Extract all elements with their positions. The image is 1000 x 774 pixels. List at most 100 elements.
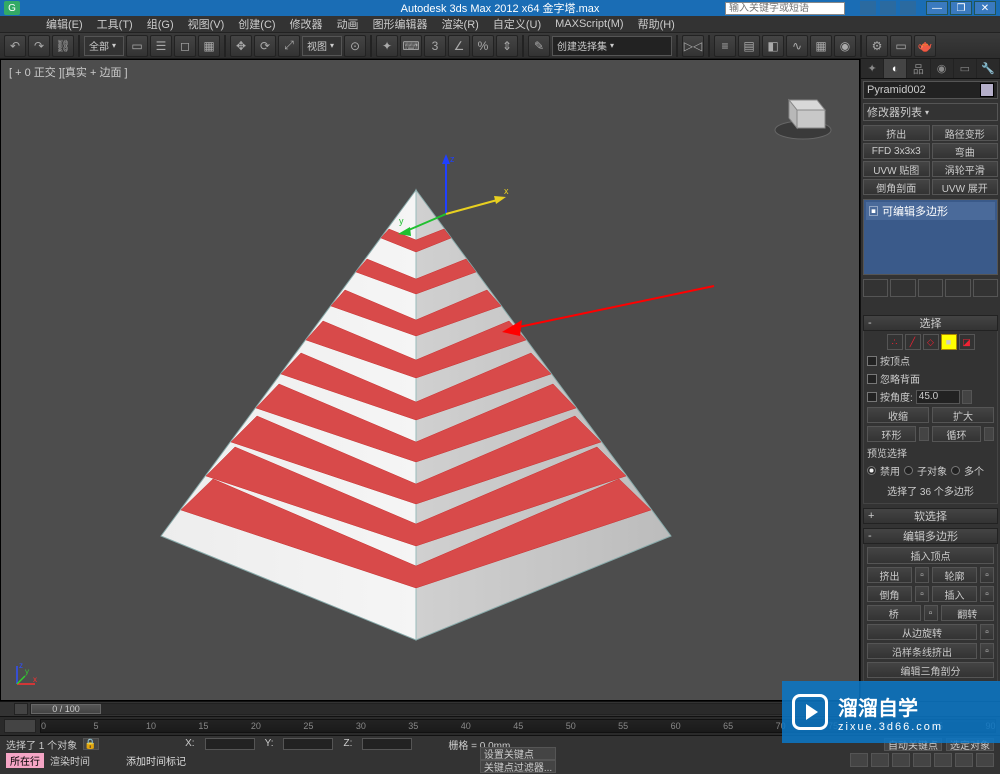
- polygon-level-icon[interactable]: ■: [941, 334, 957, 350]
- extrude-spline-button[interactable]: 沿样条线挤出: [867, 643, 977, 659]
- ref-coord-dropdown[interactable]: 视图: [302, 36, 342, 56]
- playback-prev-button[interactable]: [850, 753, 868, 767]
- rollout-soft-selection-header[interactable]: 软选择: [863, 508, 998, 524]
- mirror-button[interactable]: ▷◁: [682, 35, 704, 57]
- grow-button[interactable]: 扩大: [932, 407, 994, 423]
- by-angle-checkbox[interactable]: 按角度: 45.0: [867, 389, 994, 404]
- angle-spinner[interactable]: [962, 390, 972, 404]
- modify-tab[interactable]: ◐: [884, 59, 907, 78]
- ring-spinner[interactable]: [919, 427, 929, 441]
- help-icon[interactable]: [900, 1, 916, 15]
- time-slider-track[interactable]: 0 / 100: [30, 703, 874, 715]
- angle-snap-button[interactable]: ∠: [448, 35, 470, 57]
- object-name-field[interactable]: Pyramid002: [863, 81, 998, 99]
- keyboard-shortcut-button[interactable]: ⌨: [400, 35, 422, 57]
- loop-button[interactable]: 循环: [932, 426, 981, 442]
- preview-multi-radio[interactable]: [951, 466, 960, 475]
- time-slider-thumb[interactable]: 0 / 100: [31, 704, 101, 714]
- select-object-button[interactable]: ▭: [126, 35, 148, 57]
- mod-btn-pathdeform[interactable]: 路径变形: [932, 125, 999, 141]
- bridge-button[interactable]: 桥: [867, 605, 921, 621]
- border-level-icon[interactable]: ◇: [923, 334, 939, 350]
- menu-help[interactable]: 帮助(H): [632, 16, 681, 32]
- outline-settings[interactable]: ▫: [980, 567, 994, 583]
- graphite-button[interactable]: ◧: [762, 35, 784, 57]
- named-selection-dropdown[interactable]: 创建选择集: [552, 36, 672, 56]
- render-frame-button[interactable]: ▭: [890, 35, 912, 57]
- menu-group[interactable]: 组(G): [141, 16, 180, 32]
- playback-play-button[interactable]: [871, 753, 889, 767]
- percent-snap-button[interactable]: %: [472, 35, 494, 57]
- link-button[interactable]: ⛓: [52, 35, 74, 57]
- create-tab[interactable]: ✦: [861, 59, 884, 78]
- pin-stack-button[interactable]: [863, 279, 888, 297]
- window-restore[interactable]: ❐: [950, 1, 972, 15]
- angle-value-field[interactable]: 45.0: [916, 390, 960, 404]
- mod-btn-bend[interactable]: 弯曲: [932, 143, 999, 159]
- element-level-icon[interactable]: ◪: [959, 334, 975, 350]
- show-end-result-button[interactable]: [890, 279, 915, 297]
- menu-modifiers[interactable]: 修改器: [284, 16, 329, 32]
- mod-btn-bevelprofile[interactable]: 倒角剖面: [863, 179, 930, 195]
- inset-button[interactable]: 插入: [932, 586, 977, 602]
- motion-tab[interactable]: ◉: [931, 59, 954, 78]
- render-setup-button[interactable]: ⚙: [866, 35, 888, 57]
- hinge-button[interactable]: 从边旋转: [867, 624, 977, 640]
- preview-off-radio[interactable]: [867, 466, 876, 475]
- coord-x-field[interactable]: [205, 738, 255, 750]
- move-button[interactable]: ✥: [230, 35, 252, 57]
- nav-orbit-button[interactable]: [955, 753, 973, 767]
- rollout-edit-polygons-header[interactable]: 编辑多边形: [863, 528, 998, 544]
- menu-customize[interactable]: 自定义(U): [487, 16, 547, 32]
- coord-z-field[interactable]: [362, 738, 412, 750]
- bevel-settings[interactable]: ▫: [915, 586, 929, 602]
- mini-curve-editor-button[interactable]: [4, 719, 36, 733]
- mod-btn-turbosmooth[interactable]: 涡轮平滑: [932, 161, 999, 177]
- by-vertex-checkbox[interactable]: 按顶点: [867, 353, 994, 368]
- configure-sets-button[interactable]: [973, 279, 998, 297]
- menu-edit[interactable]: 编辑(E): [40, 16, 89, 32]
- bevel-button[interactable]: 倒角: [867, 586, 912, 602]
- inset-settings[interactable]: ▫: [980, 586, 994, 602]
- extrude-spline-settings[interactable]: ▫: [980, 643, 994, 659]
- object-color-swatch[interactable]: [980, 83, 994, 97]
- window-minimize[interactable]: —: [926, 1, 948, 15]
- menu-animation[interactable]: 动画: [331, 16, 365, 32]
- outline-button[interactable]: 轮廓: [932, 567, 977, 583]
- add-time-tag-hint[interactable]: 添加时间标记: [126, 753, 186, 768]
- bridge-settings[interactable]: ▫: [924, 605, 938, 621]
- menu-views[interactable]: 视图(V): [182, 16, 231, 32]
- menu-tools[interactable]: 工具(T): [91, 16, 139, 32]
- snap-toggle-button[interactable]: 3: [424, 35, 446, 57]
- insert-vertex-button[interactable]: 插入顶点: [867, 547, 994, 564]
- menu-create[interactable]: 创建(C): [232, 16, 281, 32]
- mod-btn-extrude[interactable]: 挤出: [863, 125, 930, 141]
- mod-btn-unwrap[interactable]: UVW 展开: [932, 179, 999, 195]
- select-name-button[interactable]: ☰: [150, 35, 172, 57]
- rollout-selection-header[interactable]: 选择: [863, 315, 998, 331]
- lock-icon[interactable]: 🔒: [83, 738, 99, 750]
- spinner-snap-button[interactable]: ⇕: [496, 35, 518, 57]
- star-icon[interactable]: [880, 1, 896, 15]
- layers-button[interactable]: ▤: [738, 35, 760, 57]
- selection-filter-dropdown[interactable]: 全部: [84, 36, 124, 56]
- flip-button[interactable]: 翻转: [941, 605, 995, 621]
- loop-spinner[interactable]: [984, 427, 994, 441]
- nav-max-button[interactable]: [976, 753, 994, 767]
- window-close[interactable]: ✕: [974, 1, 996, 15]
- rotate-button[interactable]: ⟳: [254, 35, 276, 57]
- shrink-button[interactable]: 收缩: [867, 407, 929, 423]
- stack-item-editable-poly[interactable]: ▣ 可编辑多边形: [866, 202, 995, 220]
- window-crossing-button[interactable]: ▦: [198, 35, 220, 57]
- extrude-settings[interactable]: ▫: [915, 567, 929, 583]
- extrude-button[interactable]: 挤出: [867, 567, 912, 583]
- pyramid-object[interactable]: [1, 60, 861, 700]
- ignore-backfacing-checkbox[interactable]: 忽略背面: [867, 371, 994, 386]
- menu-maxscript[interactable]: MAXScript(M): [549, 18, 629, 30]
- undo-button[interactable]: ↶: [4, 35, 26, 57]
- schematic-button[interactable]: ▦: [810, 35, 832, 57]
- display-tab[interactable]: ▭: [954, 59, 977, 78]
- remove-modifier-button[interactable]: [945, 279, 970, 297]
- select-rect-button[interactable]: ◻: [174, 35, 196, 57]
- material-editor-button[interactable]: ◉: [834, 35, 856, 57]
